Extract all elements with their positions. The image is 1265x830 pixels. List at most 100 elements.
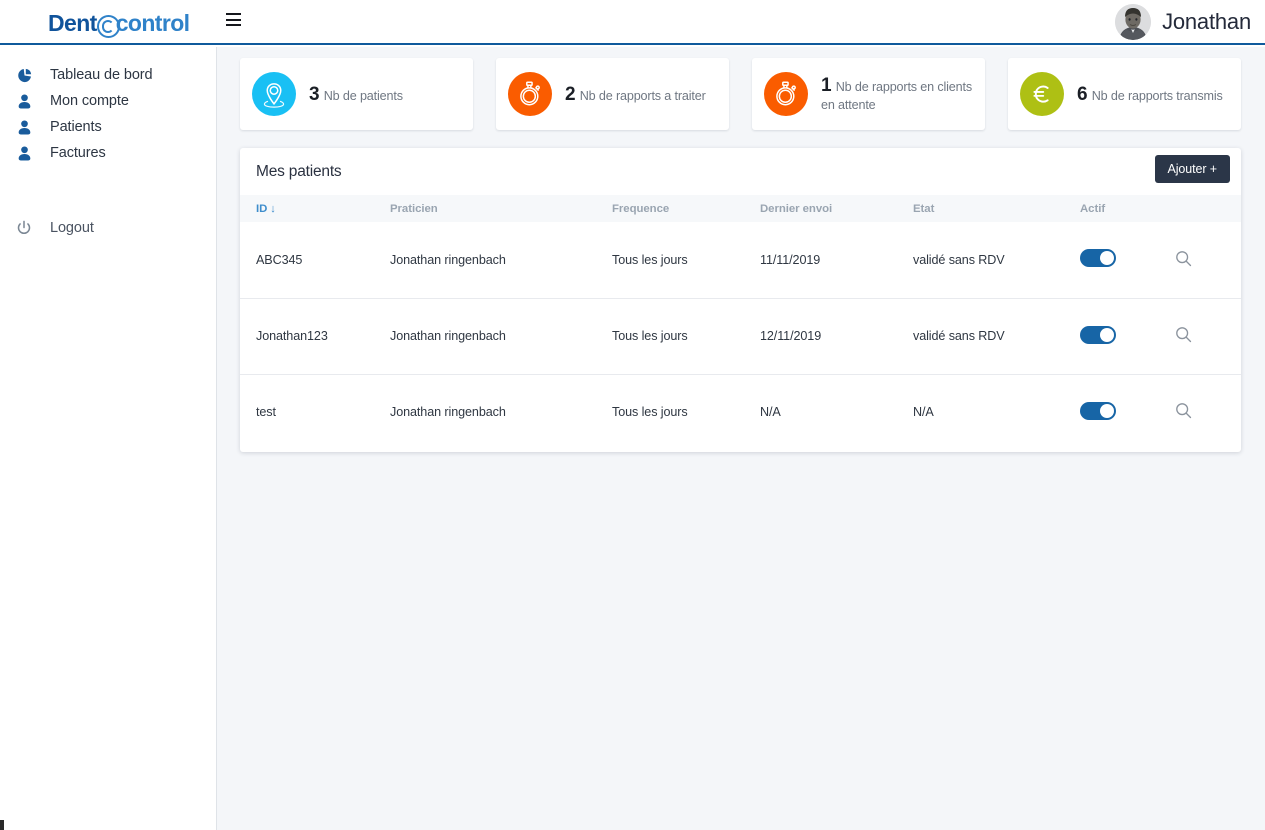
user-icon: [12, 93, 36, 109]
hamburger-menu-icon[interactable]: [226, 13, 241, 26]
stopwatch-icon: [508, 72, 552, 116]
stat-label: Nb de rapports transmis: [1091, 88, 1223, 103]
hamburger-bar: [226, 13, 241, 15]
pie-chart-icon: [12, 68, 36, 83]
table-row[interactable]: ABC345 Jonathan ringenbach Tous les jour…: [240, 222, 1241, 299]
stat-card-rapports-a-traiter[interactable]: 2 Nb de rapports a traiter: [496, 58, 729, 130]
power-icon: [12, 220, 36, 236]
sidebar-item-patients[interactable]: Patients: [0, 114, 216, 140]
column-header-frequence[interactable]: Frequence: [612, 195, 760, 222]
sidebar-item-label: Patients: [50, 119, 102, 135]
cell-etat: validé sans RDV: [913, 222, 1080, 299]
cell-id: ABC345: [240, 222, 390, 299]
search-icon[interactable]: [1175, 250, 1192, 267]
logo-text-part1: Dent: [48, 10, 97, 36]
logo-at-icon: [96, 15, 120, 38]
user-icon: [12, 145, 36, 161]
cell-frequence: Tous les jours: [612, 298, 760, 375]
cell-actif: [1080, 298, 1175, 375]
stat-label: Nb de rapports en clients en attente: [821, 79, 972, 112]
stat-value: 6: [1077, 83, 1088, 105]
sidebar-item-mon-compte[interactable]: Mon compte: [0, 88, 216, 114]
active-toggle[interactable]: [1080, 325, 1116, 344]
cell-dernier-envoi: 12/11/2019: [760, 298, 913, 375]
cell-praticien: Jonathan ringenbach: [390, 222, 612, 299]
top-header-bar: Dent control Jonathan: [0, 0, 1265, 45]
cell-actions: [1175, 374, 1241, 450]
toggle-knob: [1100, 327, 1114, 342]
cell-frequence: Tous les jours: [612, 222, 760, 299]
sort-desc-icon: ↓: [270, 202, 276, 215]
search-icon[interactable]: [1175, 402, 1192, 419]
scrollbar-artifact: [0, 820, 4, 830]
stat-value: 3: [309, 83, 320, 105]
cell-frequence: Tous les jours: [612, 405, 688, 420]
avatar: [1115, 4, 1152, 40]
sidebar-nav: Tableau de bord Mon compte Patients Fact…: [0, 47, 216, 241]
toggle-knob: [1100, 403, 1114, 418]
add-patient-button[interactable]: Ajouter +: [1154, 155, 1230, 183]
column-label: ID: [256, 202, 268, 215]
sidebar: Tableau de bord Mon compte Patients Fact…: [0, 47, 217, 830]
patients-panel: Mes patients Ajouter + ID ↓ Praticien Fre…: [240, 148, 1241, 452]
sidebar-item-logout[interactable]: Logout: [0, 215, 216, 241]
stat-text: 1 Nb de rapports en clients en attente: [821, 75, 973, 114]
cell-praticien: Jonathan ringenbach: [390, 298, 612, 375]
stat-card-patients[interactable]: 3 Nb de patients: [240, 58, 473, 130]
cell-actif: [1080, 374, 1175, 450]
column-header-actif[interactable]: Actif: [1080, 195, 1175, 222]
cell-etat: validé sans RDV: [913, 298, 1080, 375]
cell-id: test: [256, 405, 276, 420]
logo-text-part2: control: [115, 10, 190, 36]
cell-actions: [1175, 298, 1241, 375]
app-root: Dent control Jonathan Tableau de bord Mo…: [0, 0, 1265, 830]
table-header-row: ID ↓ Praticien Frequence Dernier envoi Et…: [240, 195, 1241, 222]
toggle-knob: [1100, 251, 1114, 266]
cell-actif: [1080, 222, 1175, 299]
app-logo[interactable]: Dent control: [48, 10, 190, 38]
search-icon[interactable]: [1175, 326, 1192, 343]
cell-dernier-envoi: 11/11/2019: [760, 222, 913, 299]
table-header: ID ↓ Praticien Frequence Dernier envoi Et…: [240, 195, 1241, 222]
panel-header: Mes patients Ajouter +: [240, 148, 1241, 195]
stat-label: Nb de rapports a traiter: [579, 88, 706, 103]
cell-actions: [1175, 222, 1241, 299]
stat-text: 2 Nb de rapports a traiter: [565, 84, 717, 105]
page-title: Mes patients: [256, 162, 342, 180]
user-icon: [12, 119, 36, 135]
sidebar-item-tableau-de-bord[interactable]: Tableau de bord: [0, 62, 216, 88]
stat-value: 2: [565, 83, 576, 105]
stopwatch-icon: [764, 72, 808, 116]
column-header-dernier-envoi[interactable]: Dernier envoi: [760, 195, 913, 222]
main-content: 3 Nb de patients 2 Nb de rapports a trai…: [217, 47, 1265, 830]
column-header-etat[interactable]: Etat: [913, 195, 1080, 222]
hamburger-bar: [226, 24, 241, 26]
table-body: ABC345 Jonathan ringenbach Tous les jour…: [240, 222, 1241, 450]
euro-icon: [1020, 72, 1064, 116]
sidebar-item-label: Factures: [50, 145, 106, 161]
table-row[interactable]: Jonathan123 Jonathan ringenbach Tous les…: [240, 298, 1241, 375]
cell-dernier-envoi: N/A: [760, 405, 781, 420]
cell-etat: N/A: [913, 405, 934, 420]
stat-card-rapports-en-attente[interactable]: 1 Nb de rapports en clients en attente: [752, 58, 985, 130]
table-row[interactable]: test Jonathan ringenbach Tous les jours …: [240, 374, 1241, 450]
hamburger-bar: [226, 18, 241, 21]
active-toggle[interactable]: [1080, 249, 1116, 268]
stat-cards-row: 3 Nb de patients 2 Nb de rapports a trai…: [240, 58, 1241, 130]
column-header-praticien[interactable]: Praticien: [390, 195, 612, 222]
stat-text: 3 Nb de patients: [309, 84, 461, 105]
map-pin-icon: [252, 72, 296, 116]
stat-label: Nb de patients: [323, 88, 403, 103]
user-name-label: Jonathan: [1162, 9, 1251, 34]
user-menu[interactable]: Jonathan: [1115, 4, 1251, 40]
active-toggle[interactable]: [1080, 401, 1116, 420]
sidebar-item-label: Logout: [50, 220, 94, 236]
patients-table: ID ↓ Praticien Frequence Dernier envoi Et…: [240, 195, 1241, 450]
sidebar-item-factures[interactable]: Factures: [0, 140, 216, 166]
stat-text: 6 Nb de rapports transmis: [1077, 84, 1229, 105]
stat-card-rapports-transmis[interactable]: 6 Nb de rapports transmis: [1008, 58, 1241, 130]
stat-value: 1: [821, 74, 832, 96]
sidebar-item-label: Mon compte: [50, 93, 129, 109]
column-header-id[interactable]: ID ↓: [240, 195, 390, 222]
column-header-actions: [1175, 195, 1241, 222]
